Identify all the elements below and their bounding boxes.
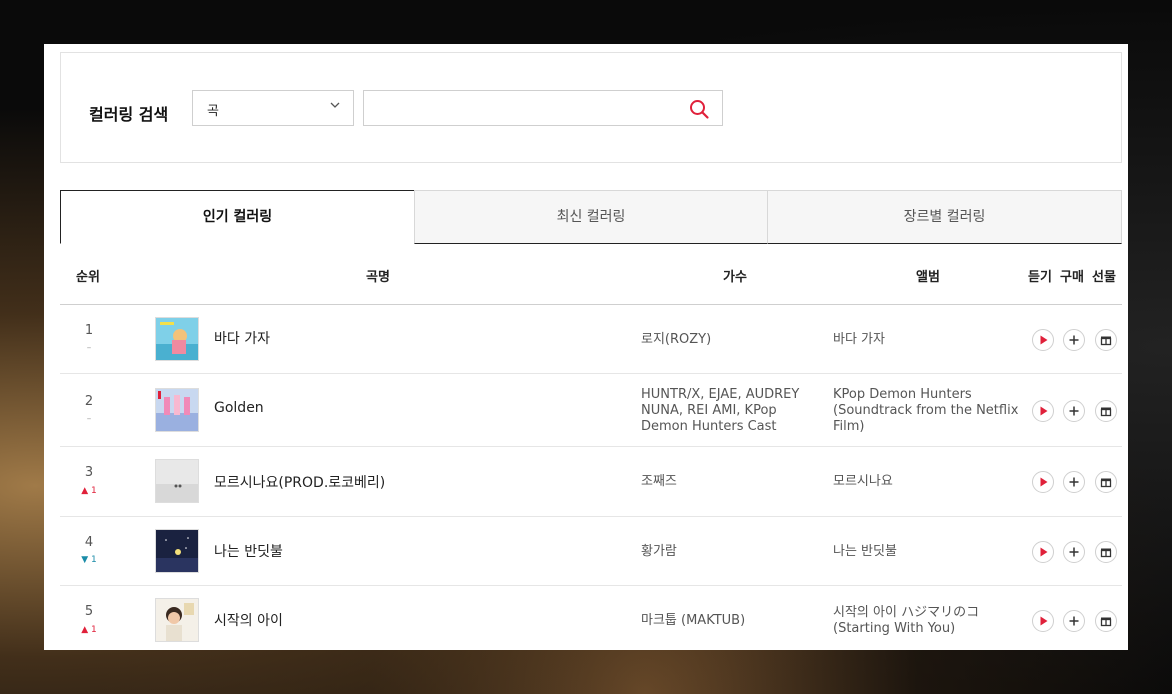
row-actions <box>1032 329 1122 351</box>
album-name[interactable]: 모르시나요 <box>833 474 1028 490</box>
table-row: 1 – 바다 가자 로지(ROZY) 바다 가자 <box>60 305 1122 374</box>
album-thumbnail[interactable] <box>155 598 199 642</box>
song-title[interactable]: 바다 가자 <box>214 328 270 348</box>
gift-button[interactable] <box>1095 610 1117 632</box>
album-name[interactable]: 바다 가자 <box>833 332 1028 348</box>
table-row: 5 ▲ 1 시작의 아이 마크툽 (MAKTUB) 시작의 아이 ハジマリのコ … <box>60 586 1122 650</box>
gift-button[interactable] <box>1095 471 1117 493</box>
gift-button[interactable] <box>1095 541 1117 563</box>
album-thumbnail[interactable] <box>155 388 199 432</box>
arrow-up-icon: ▲ <box>81 625 89 635</box>
search-icon[interactable] <box>688 98 710 120</box>
row-actions <box>1032 541 1122 563</box>
add-button[interactable] <box>1063 610 1085 632</box>
rank-change-value: 1 <box>91 625 97 635</box>
song-title[interactable]: Golden <box>214 400 264 416</box>
gift-button[interactable] <box>1095 329 1117 351</box>
search-section: 컬러링 검색 곡 <box>60 52 1122 163</box>
rank-change: – <box>86 343 92 353</box>
artist-name[interactable]: 로지(ROZY) <box>641 332 821 348</box>
table-header: 순위 곡명 가수 앨범 듣기 구매 선물 <box>60 244 1122 305</box>
tab-genre[interactable]: 장르별 컬러링 <box>767 190 1122 244</box>
album-thumbnail[interactable] <box>155 459 199 503</box>
chevron-down-icon <box>329 99 341 114</box>
row-actions <box>1032 610 1122 632</box>
song-title[interactable]: 나는 반딧불 <box>214 541 283 561</box>
header-buy: 구매 <box>1060 270 1084 285</box>
add-button[interactable] <box>1063 541 1085 563</box>
arrow-up-icon: ▲ <box>81 486 89 496</box>
album-thumbnail[interactable] <box>155 529 199 573</box>
artist-name[interactable]: HUNTR/X, EJAE, AUDREY NUNA, REI AMI, KPo… <box>641 387 821 435</box>
gift-button[interactable] <box>1095 400 1117 422</box>
table-row: 3 ▲ 1 모르시나요(PROD.로코베리) 조째즈 모르시나요 <box>60 447 1122 517</box>
coloring-panel: 컬러링 검색 곡 인기 컬러링 최신 컬러링 장르별 컬러링 순위 곡명 가수 … <box>44 44 1128 650</box>
tab-latest[interactable]: 최신 컬러링 <box>414 190 768 244</box>
rank-number: 3 <box>84 465 94 480</box>
search-type-select[interactable]: 곡 <box>192 90 354 126</box>
arrow-down-icon: ▼ <box>81 555 89 565</box>
search-input-box <box>363 90 723 126</box>
header-listen: 듣기 <box>1028 270 1052 285</box>
album-name[interactable]: 시작의 아이 ハジマリのコ (Starting With You) <box>833 605 1028 637</box>
rank-number: 2 <box>84 394 94 409</box>
rank-change-value: 1 <box>91 555 97 565</box>
album-thumbnail[interactable] <box>155 317 199 361</box>
table-row: 2 – Golden HUNTR/X, EJAE, AUDREY NUNA, R… <box>60 374 1122 447</box>
artist-name[interactable]: 마크툽 (MAKTUB) <box>641 613 821 629</box>
tab-bar: 인기 컬러링 최신 컬러링 장르별 컬러링 <box>60 190 1122 244</box>
search-title: 컬러링 검색 <box>89 105 169 124</box>
header-rank: 순위 <box>76 270 100 285</box>
play-button[interactable] <box>1032 471 1054 493</box>
rank-change: ▲ 1 <box>60 625 118 635</box>
play-button[interactable] <box>1032 541 1054 563</box>
rank-change: – <box>86 414 92 424</box>
header-artist: 가수 <box>723 270 747 285</box>
song-title[interactable]: 시작의 아이 <box>214 610 283 630</box>
header-song: 곡명 <box>366 270 390 285</box>
artist-name[interactable]: 황가람 <box>641 544 821 560</box>
rank-change: ▲ 1 <box>60 486 118 496</box>
album-name[interactable]: KPop Demon Hunters (Soundtrack from the … <box>833 387 1028 435</box>
add-button[interactable] <box>1063 400 1085 422</box>
song-title[interactable]: 모르시나요(PROD.로코베리) <box>214 472 385 492</box>
rank-change: ▼ 1 <box>60 555 118 565</box>
rank-number: 4 <box>84 535 94 550</box>
search-type-value: 곡 <box>207 104 219 119</box>
table-row: 4 ▼ 1 나는 반딧불 황가람 나는 반딧불 <box>60 517 1122 586</box>
header-gift: 선물 <box>1092 270 1116 285</box>
play-button[interactable] <box>1032 329 1054 351</box>
rank-number: 5 <box>84 604 94 619</box>
rank-change-value: 1 <box>91 486 97 496</box>
chart-table: 순위 곡명 가수 앨범 듣기 구매 선물 1 – 바다 가자 로지(ROZY) … <box>60 244 1122 650</box>
artist-name[interactable]: 조째즈 <box>641 474 821 490</box>
play-button[interactable] <box>1032 610 1054 632</box>
rank-number: 1 <box>84 323 94 338</box>
header-album: 앨범 <box>916 270 940 285</box>
row-actions <box>1032 400 1122 422</box>
play-button[interactable] <box>1032 400 1054 422</box>
search-input[interactable] <box>374 91 674 123</box>
add-button[interactable] <box>1063 329 1085 351</box>
tab-popular[interactable]: 인기 컬러링 <box>60 190 415 244</box>
row-actions <box>1032 471 1122 493</box>
album-name[interactable]: 나는 반딧불 <box>833 544 1028 560</box>
add-button[interactable] <box>1063 471 1085 493</box>
